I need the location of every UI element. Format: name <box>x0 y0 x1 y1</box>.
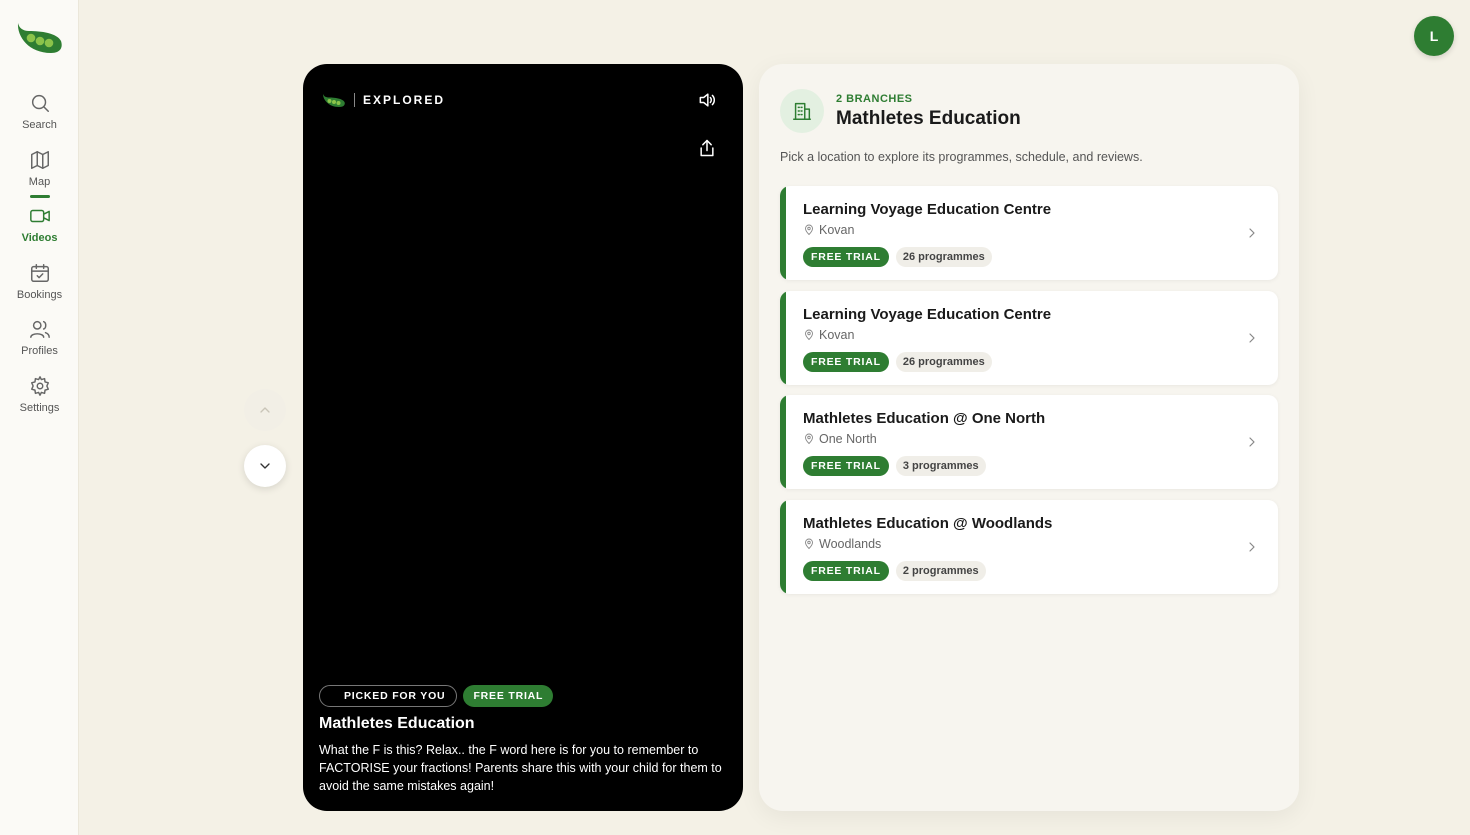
brand-name: EXPLORED <box>363 93 446 107</box>
branch-card[interactable]: Mathletes Education @ Woodlands Woodland… <box>780 500 1278 594</box>
nav-videos-label: Videos <box>21 232 58 244</box>
panel-subtitle: Pick a location to explore its programme… <box>780 150 1143 164</box>
nav-search[interactable]: Search <box>0 92 79 140</box>
branch-tags: FREE TRIAL 2 programmes <box>803 561 986 581</box>
nav-profiles[interactable]: Profiles <box>0 318 79 366</box>
video-icon <box>29 209 50 223</box>
branches-panel: 2 BRANCHES Mathletes Education Pick a lo… <box>759 64 1299 811</box>
branch-card[interactable]: Learning Voyage Education Centre Kovan F… <box>780 291 1278 385</box>
branch-location-text: Woodlands <box>819 537 882 551</box>
active-nav-indicator <box>30 195 50 198</box>
search-icon <box>31 94 49 112</box>
users-icon <box>29 320 50 338</box>
branch-location: Kovan <box>803 328 854 342</box>
volume-button[interactable] <box>694 87 720 113</box>
branch-card[interactable]: Learning Voyage Education Centre Kovan F… <box>780 186 1278 280</box>
branch-tags: FREE TRIAL 26 programmes <box>803 352 992 372</box>
branch-location-text: Kovan <box>819 223 855 237</box>
volume-icon <box>699 93 716 107</box>
free-trial-tag: FREE TRIAL <box>463 685 554 707</box>
nav-bookings-label: Bookings <box>16 289 63 301</box>
branch-location-text: One North <box>819 432 877 446</box>
chevron-right-icon <box>1244 434 1260 450</box>
nav-settings[interactable]: Settings <box>0 375 79 423</box>
free-trial-badge: FREE TRIAL <box>803 456 889 476</box>
map-icon <box>30 151 49 169</box>
branch-tags: FREE TRIAL 26 programmes <box>803 247 992 267</box>
video-title: Mathletes Education <box>319 715 475 732</box>
nav-profiles-label: Profiles <box>21 345 58 357</box>
programmes-count-badge: 2 programmes <box>895 561 986 581</box>
share-icon <box>700 139 714 157</box>
branch-card[interactable]: Mathletes Education @ One North One Nort… <box>780 395 1278 489</box>
branch-name: Learning Voyage Education Centre <box>803 306 1052 323</box>
branch-tags: FREE TRIAL 3 programmes <box>803 456 986 476</box>
user-avatar[interactable]: L <box>1414 16 1454 56</box>
branch-location: One North <box>803 432 877 446</box>
branch-name: Learning Voyage Education Centre <box>803 201 1052 218</box>
chevron-right-icon <box>1244 539 1260 555</box>
free-trial-badge: FREE TRIAL <box>803 561 889 581</box>
chevron-down-icon <box>260 463 270 469</box>
gear-icon <box>30 376 49 396</box>
share-button[interactable] <box>694 135 720 161</box>
calendar-icon <box>30 264 49 282</box>
branch-count: 2 BRANCHES <box>836 93 913 105</box>
free-trial-badge: FREE TRIAL <box>803 352 889 372</box>
previous-video-button[interactable] <box>244 389 286 431</box>
branch-location: Woodlands <box>803 537 881 551</box>
nav-map[interactable]: Map <box>0 149 79 197</box>
building-icon-badge <box>780 89 824 133</box>
nav-map-label: Map <box>28 176 51 188</box>
programmes-count-badge: 26 programmes <box>895 247 992 267</box>
location-pin-icon <box>805 224 813 236</box>
nav-bookings[interactable]: Bookings <box>0 262 79 310</box>
chevron-right-icon <box>1244 225 1260 241</box>
brand-divider <box>354 93 355 107</box>
location-pin-icon <box>805 329 813 341</box>
branch-location-text: Kovan <box>819 328 855 342</box>
programmes-count-badge: 26 programmes <box>895 352 992 372</box>
nav-search-label: Search <box>22 119 57 131</box>
chevron-up-icon <box>260 407 270 413</box>
video-player[interactable]: EXPLORED PICKED FOR YOU FREE TRIAL Mathl… <box>303 64 743 811</box>
panel-title: Mathletes Education <box>836 108 1021 129</box>
branch-name: Mathletes Education @ One North <box>803 410 1046 427</box>
video-tags: PICKED FOR YOU FREE TRIAL <box>319 685 554 707</box>
programmes-count-badge: 3 programmes <box>895 456 986 476</box>
chevron-right-icon <box>1244 330 1260 346</box>
video-brand: EXPLORED <box>322 92 445 108</box>
location-pin-icon <box>805 433 813 445</box>
location-pin-icon <box>805 538 813 550</box>
pea-pod-logo-icon <box>323 94 345 107</box>
branch-location: Kovan <box>803 223 854 237</box>
free-trial-badge: FREE TRIAL <box>803 247 889 267</box>
picked-for-you-tag: PICKED FOR YOU <box>319 685 458 707</box>
pea-pod-logo-icon[interactable] <box>15 19 63 55</box>
nav-videos[interactable]: Videos <box>0 205 79 253</box>
sidebar: Search Map Videos Bookings Profiles Sett… <box>0 0 79 835</box>
video-description: What the F is this? Relax.. the F word h… <box>319 743 722 793</box>
next-video-button[interactable] <box>244 445 286 487</box>
nav-settings-label: Settings <box>19 402 60 414</box>
branch-name: Mathletes Education @ Woodlands <box>803 515 1053 532</box>
building-icon <box>793 102 811 120</box>
